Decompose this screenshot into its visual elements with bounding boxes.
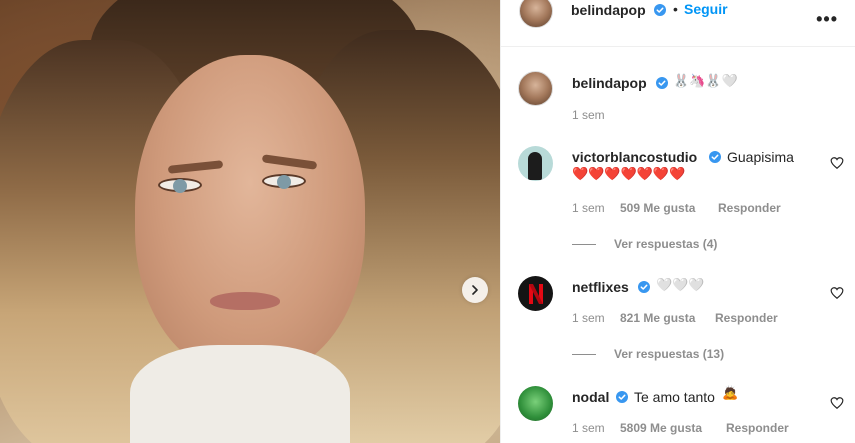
reply-button[interactable]: Responder	[718, 201, 781, 215]
comment-username[interactable]: victorblancostudio	[572, 149, 697, 165]
reply-button[interactable]: Responder	[715, 311, 778, 325]
follow-separator: •	[673, 1, 678, 17]
verified-badge-icon	[638, 281, 650, 293]
photo-face	[135, 55, 365, 375]
comment-time[interactable]: 1 sem	[572, 201, 605, 215]
photo-lips	[210, 292, 280, 310]
verified-badge-icon	[654, 4, 666, 16]
view-replies-label: Ver respuestas (4)	[614, 237, 718, 251]
more-options-button[interactable]: •••	[816, 9, 838, 30]
commenter-avatar[interactable]	[518, 146, 553, 181]
photo-left-eye	[158, 178, 202, 193]
caption-avatar[interactable]	[518, 71, 553, 106]
comment-time[interactable]: 1 sem	[572, 311, 605, 325]
photo-right-eye	[262, 174, 306, 189]
heart-outline-icon[interactable]	[830, 156, 844, 170]
view-replies-button[interactable]: Ver respuestas (13)	[572, 347, 724, 361]
post-header: belindapop • Seguir •••	[501, 0, 855, 47]
comment-emojis: 🤍🤍🤍	[656, 278, 705, 293]
view-replies-button[interactable]: Ver respuestas (4)	[572, 237, 717, 251]
comment-username[interactable]: nodal	[572, 389, 609, 405]
divider	[572, 243, 596, 245]
verified-badge-icon	[656, 77, 668, 89]
photo-sweater	[130, 345, 350, 443]
comment-emojis: 🙇	[722, 386, 739, 401]
author-username[interactable]: belindapop	[571, 2, 646, 18]
reply-button[interactable]: Responder	[726, 421, 789, 435]
comment-likes[interactable]: 509 Me gusta	[620, 201, 695, 215]
next-photo-button[interactable]	[462, 277, 488, 303]
heart-outline-icon[interactable]	[830, 286, 844, 300]
heart-outline-icon[interactable]	[830, 396, 844, 410]
verified-badge-icon	[616, 391, 628, 403]
view-replies-label: Ver respuestas (13)	[614, 347, 725, 361]
verified-badge-icon	[709, 151, 721, 163]
comment-emojis: ❤️❤️❤️❤️❤️❤️❤️	[572, 167, 686, 182]
caption-time[interactable]: 1 sem	[572, 108, 605, 122]
comment-text: Guapisima	[727, 149, 794, 165]
comment-text: Te amo tanto	[634, 389, 715, 405]
divider	[572, 353, 596, 355]
chevron-right-icon	[472, 285, 478, 295]
comment-username[interactable]: netflixes	[572, 279, 629, 295]
commenter-avatar[interactable]	[518, 386, 553, 421]
author-avatar[interactable]	[519, 0, 553, 28]
follow-button[interactable]: Seguir	[684, 1, 728, 17]
post-side-panel: belindapop • Seguir ••• belindapop 🐰🦄🐰🤍 …	[500, 0, 855, 443]
caption-text: 🐰🦄🐰🤍	[673, 74, 738, 89]
comment-likes[interactable]: 821 Me gusta	[620, 311, 695, 325]
commenter-avatar[interactable]	[518, 276, 553, 311]
caption-username[interactable]: belindapop	[572, 75, 647, 91]
post-photo[interactable]	[0, 0, 500, 443]
comment-likes[interactable]: 5809 Me gusta	[620, 421, 702, 435]
netflix-n-icon	[528, 283, 543, 304]
comment-time[interactable]: 1 sem	[572, 421, 605, 435]
